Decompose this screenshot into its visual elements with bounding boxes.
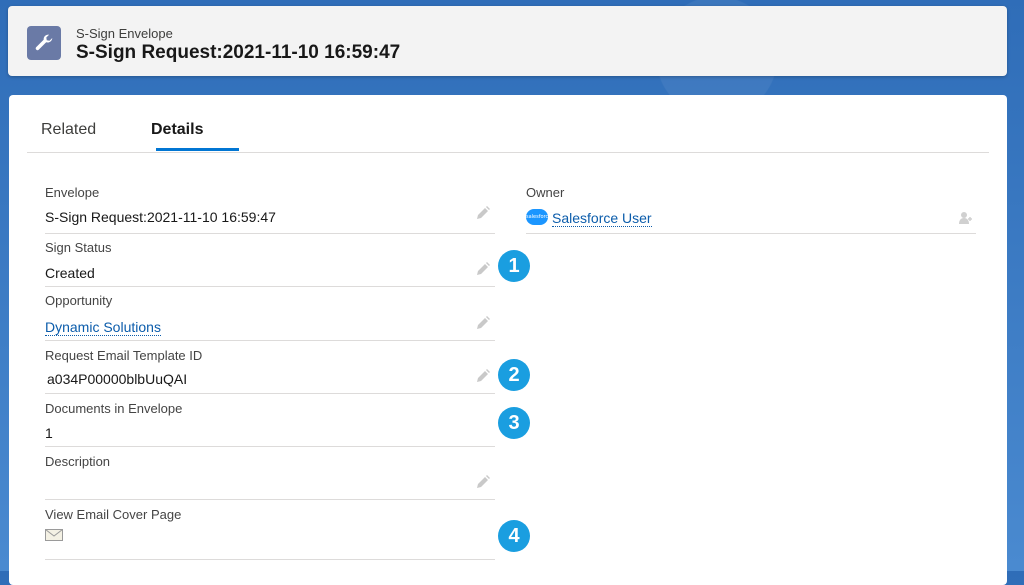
field-opportunity: Opportunity Dynamic Solutions: [45, 293, 495, 341]
record-title: S-Sign Request:2021-11-10 16:59:47: [76, 42, 401, 63]
field-value: Created: [45, 265, 95, 281]
field-value: a034P00000blbUuQAI: [47, 371, 188, 387]
field-request-email-template-id: Request Email Template ID a034P00000blbU…: [45, 348, 495, 394]
pencil-icon[interactable]: [475, 368, 491, 384]
callout-badge-2: 2: [498, 359, 530, 391]
field-label: Request Email Template ID: [45, 348, 203, 363]
field-owner: Owner salesforce Salesforce User: [526, 185, 976, 234]
object-type-label: S-Sign Envelope: [76, 26, 173, 41]
pencil-icon[interactable]: [475, 205, 491, 221]
pencil-icon[interactable]: [475, 474, 491, 490]
envelope-icon[interactable]: [45, 529, 63, 541]
salesforce-logo-icon: salesforce: [526, 209, 551, 225]
field-value: 1: [45, 425, 53, 441]
field-documents-in-envelope: Documents in Envelope 1: [45, 401, 495, 447]
tab-bar: Related Details: [27, 95, 989, 153]
tab-related[interactable]: Related: [41, 121, 96, 139]
wrench-icon: [27, 26, 61, 60]
active-tab-indicator: [156, 148, 239, 151]
callout-badge-1: 1: [498, 250, 530, 282]
field-label: Documents in Envelope: [45, 401, 183, 416]
tab-details[interactable]: Details: [151, 121, 203, 139]
callout-badge-4: 4: [498, 520, 530, 552]
owner-link[interactable]: Salesforce User: [552, 210, 652, 227]
field-envelope: Envelope S-Sign Request:2021-11-10 16:59…: [45, 185, 495, 234]
field-label: Description: [45, 454, 111, 469]
field-sign-status: Sign Status Created: [45, 240, 495, 287]
field-label: Sign Status: [45, 240, 112, 255]
record-header: S-Sign Envelope S-Sign Request:2021-11-1…: [8, 6, 1007, 76]
field-view-email-cover-page: View Email Cover Page: [45, 507, 495, 560]
pencil-icon[interactable]: [475, 261, 491, 277]
details-card: Related Details Envelope S-Sign Request:…: [9, 95, 1007, 585]
change-owner-icon[interactable]: [958, 211, 972, 225]
field-description: Description: [45, 454, 495, 500]
field-label: Owner: [526, 185, 565, 200]
field-label: Envelope: [45, 185, 100, 200]
field-label: View Email Cover Page: [45, 507, 182, 522]
field-label: Opportunity: [45, 293, 113, 308]
pencil-icon[interactable]: [475, 315, 491, 331]
opportunity-link[interactable]: Dynamic Solutions: [45, 319, 161, 336]
callout-badge-3: 3: [498, 407, 530, 439]
field-value: S-Sign Request:2021-11-10 16:59:47: [45, 209, 276, 225]
